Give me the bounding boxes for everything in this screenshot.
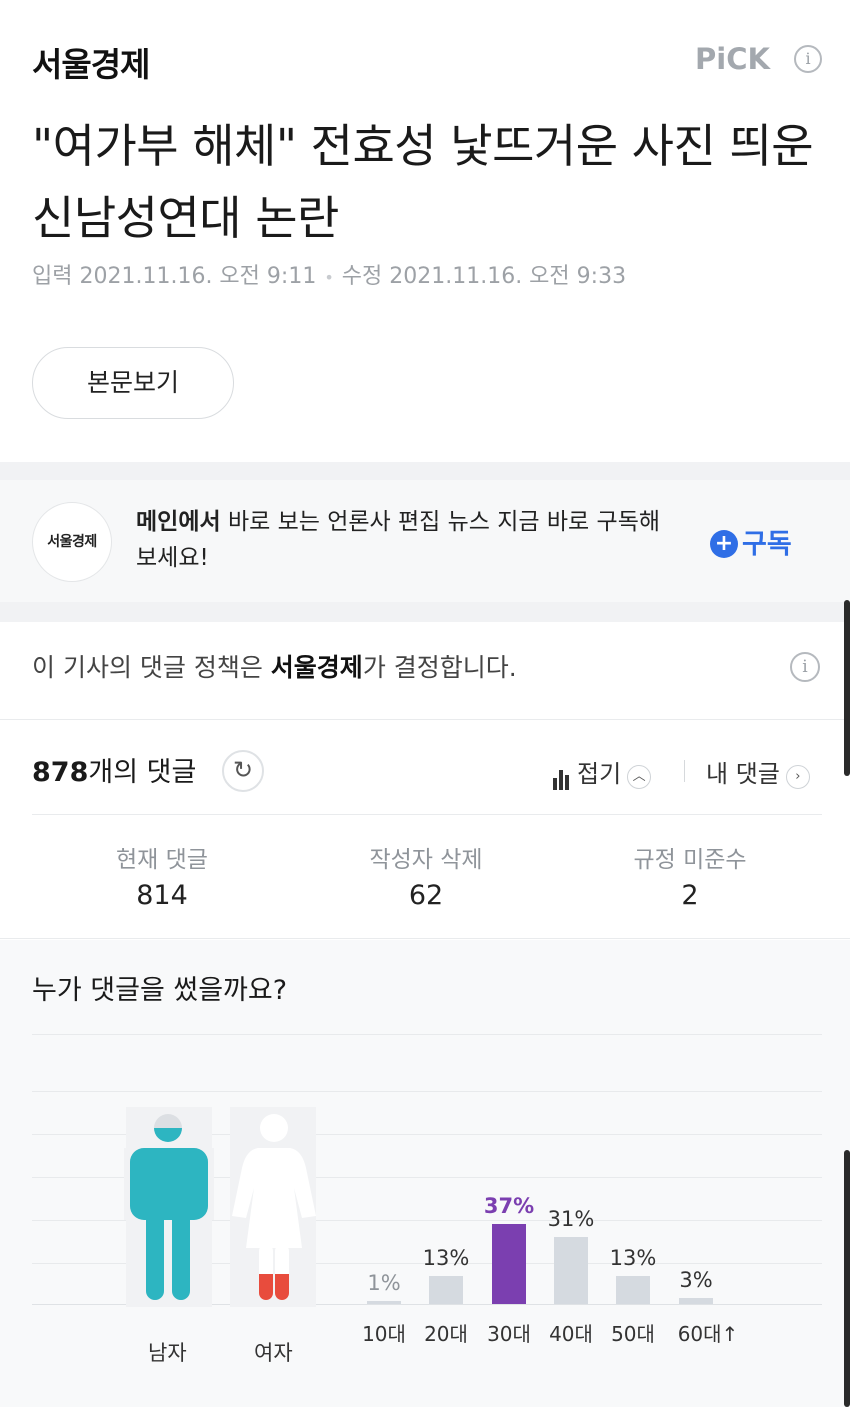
divider (0, 938, 850, 939)
edit-label: 수정 (341, 264, 383, 289)
article-meta: 입력 2021.11.16. 오전 9:11 • 수정 2021.11.16. 오전… (32, 258, 626, 290)
age-percent-label: 13% (422, 1245, 470, 1270)
input-label: 입력 (32, 264, 73, 289)
fold-label: 접기 (577, 760, 622, 788)
stat-label: 현재 댓글 (116, 847, 208, 873)
gender-label-male: 남자 (148, 1341, 187, 1365)
age-percent-label: 31% (547, 1206, 595, 1231)
meta-separator: • (324, 268, 334, 287)
scrollbar[interactable] (844, 1150, 850, 1407)
stat-label: 작성자 삭제 (369, 847, 483, 873)
gridline (32, 1091, 822, 1092)
age-category-label: 60대↑ (677, 1322, 739, 1346)
policy-prefix: 이 기사의 댓글 정책은 (32, 653, 271, 682)
subscribe-button[interactable]: + 구독 (710, 522, 792, 561)
divider (32, 814, 822, 815)
edit-time: 2021.11.16. 오전 9:33 (389, 264, 627, 289)
age-bar (679, 1297, 713, 1304)
stat-value: 814 (136, 880, 188, 911)
gender-label-female: 여자 (254, 1341, 293, 1365)
refresh-icon[interactable]: ↻ (222, 750, 264, 792)
my-comments-label: 내 댓글 (706, 760, 780, 788)
stat-author-deleted: 작성자 삭제 62 (296, 840, 556, 911)
subscribe-message: 메인에서 바로 보는 언론사 편집 뉴스 지금 바로 구독해보세요! (136, 504, 676, 576)
fold-button[interactable]: 접기 ︿ (553, 754, 652, 790)
bar-chart-icon (553, 762, 571, 790)
press-logo[interactable]: 서울경제 (32, 38, 150, 86)
policy-info-icon[interactable]: i (790, 652, 820, 682)
view-body-button[interactable]: 본문보기 (32, 347, 234, 419)
stat-value: 62 (408, 880, 444, 911)
divider (0, 719, 850, 720)
policy-suffix: 가 결정합니다. (362, 653, 517, 682)
age-bar (554, 1236, 588, 1304)
age-bar (429, 1275, 463, 1304)
chevron-up-icon: ︿ (627, 765, 652, 789)
subscribe-button-label: 구독 (742, 529, 792, 560)
age-percent-label: 13% (609, 1245, 657, 1270)
stat-current: 현재 댓글 814 (32, 840, 292, 911)
age-bar (492, 1224, 526, 1304)
chevron-right-icon: › (785, 765, 810, 789)
comment-policy: 이 기사의 댓글 정책은 서울경제가 결정합니다. (32, 648, 517, 684)
gridline (32, 1034, 822, 1035)
age-category-label: 50대 (611, 1322, 655, 1346)
subscribe-message-bold: 메인에서 (136, 509, 221, 535)
article-title: "여가부 해체" 전효성 낯뜨거운 사진 띄운 신남성연대 논란 (32, 119, 814, 245)
policy-press: 서울경제 (270, 653, 363, 682)
stat-label: 규정 미준수 (633, 847, 747, 873)
age-percent-label: 3% (679, 1267, 713, 1292)
stat-rule-violation: 규정 미준수 2 (560, 840, 820, 911)
comment-count-number: 878 (32, 757, 89, 788)
comment-count-suffix: 개의 댓글 (88, 757, 197, 788)
demographics-title: 누가 댓글을 썼을까요? (32, 975, 288, 1006)
age-percent-label: 1% (367, 1271, 401, 1295)
age-bar (367, 1301, 401, 1304)
male-figure-icon (124, 1114, 214, 1300)
age-bar (616, 1275, 650, 1304)
plus-icon: + (710, 530, 738, 558)
pick-badge: PiCK (695, 42, 770, 76)
comment-count: 878개의 댓글 (32, 750, 196, 789)
scrollbar[interactable] (844, 600, 850, 776)
input-time: 2021.11.16. 오전 9:11 (79, 264, 317, 289)
female-figure-icon (232, 1114, 316, 1300)
subscribe-press-logo[interactable]: 서울경제 (32, 502, 112, 582)
vertical-divider (684, 760, 685, 782)
my-comments-button[interactable]: 내 댓글 › (706, 754, 810, 789)
pick-info-icon[interactable]: i (794, 45, 822, 73)
stat-value: 2 (681, 880, 699, 911)
